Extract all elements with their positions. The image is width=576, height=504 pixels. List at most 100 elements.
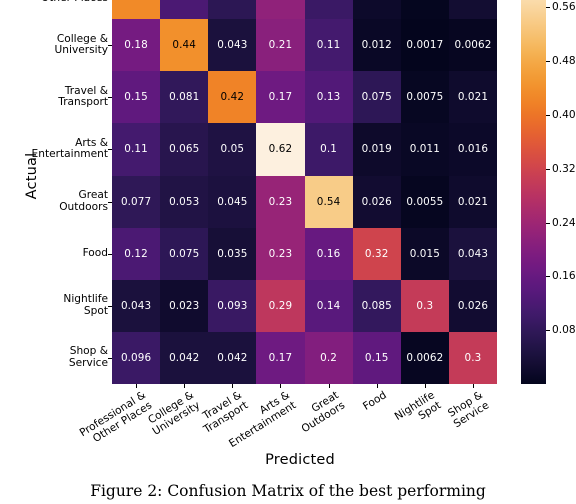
- colorbar-tick-label: 0.16: [552, 270, 576, 283]
- heatmap-cell-value: 0.18: [124, 39, 148, 52]
- y-axis-tick-label: Professional & Other Places: [12, 0, 108, 5]
- heatmap-cell-value: 0.043: [217, 39, 248, 52]
- heatmap-cell-value: 0.075: [169, 247, 200, 260]
- heatmap-cell: 0.32: [352, 227, 401, 280]
- heatmap-cell: 0.096: [304, 0, 353, 20]
- colorbar-tick-mark: [546, 330, 550, 332]
- y-axis-tick-mark: [108, 149, 112, 151]
- heatmap-cell-value: 0.42: [220, 91, 245, 104]
- heatmap-cell: 0.42: [208, 71, 257, 124]
- confusion-matrix-figure: Actual Professional & Other PlacesColleg…: [0, 0, 576, 504]
- heatmap-cell-value: 0.32: [364, 247, 389, 260]
- y-axis-tick-mark: [108, 305, 112, 307]
- heatmap-cell-value: 0.053: [169, 195, 200, 208]
- colorbar-tick-mark: [546, 61, 550, 63]
- y-axis-tick-label: Arts & Entertainment: [31, 136, 108, 161]
- heatmap-cell: 0.081: [160, 71, 209, 124]
- y-axis-tick-label: Nightlife Spot: [63, 293, 108, 317]
- colorbar-tick-label: 0.32: [552, 162, 576, 175]
- heatmap-cell: 0.2: [304, 331, 353, 384]
- heatmap-cell: 0.028: [448, 0, 497, 20]
- heatmap-cell: 0.016: [448, 123, 497, 176]
- heatmap-cell: 0.18: [112, 19, 161, 72]
- heatmap-cell: 0.018: [352, 0, 401, 20]
- heatmap-cell-value: 0.15: [124, 91, 148, 104]
- heatmap-cell-value: 0.3: [416, 299, 434, 312]
- heatmap-cell: 0.026: [352, 175, 401, 228]
- heatmap-cell: 0.17: [256, 331, 305, 384]
- heatmap-cell-value: 0.045: [217, 195, 248, 208]
- heatmap-cell-value: 0.12: [124, 247, 148, 260]
- colorbar: [521, 0, 546, 384]
- heatmap-cell: 0.075: [160, 227, 209, 280]
- colorbar-tick-mark: [546, 168, 550, 170]
- heatmap-cell-value: 0.012: [361, 39, 392, 52]
- heatmap-cell-value: 0.011: [409, 143, 440, 156]
- heatmap-cell: 0.3: [448, 331, 497, 384]
- colorbar-tick-label: 0.08: [552, 324, 576, 337]
- heatmap-cell-value: 0.17: [268, 91, 293, 104]
- y-axis-tick-label: Great Outdoors: [59, 188, 108, 213]
- y-axis-tick-label: College & University: [54, 32, 108, 57]
- heatmap-cell: 0.075: [352, 71, 401, 124]
- heatmap-cell-value: 0.23: [268, 247, 293, 260]
- heatmap-cell: 0.019: [352, 123, 401, 176]
- heatmap-cell: 0.077: [112, 175, 161, 228]
- heatmap-cell: 0.17: [256, 71, 305, 124]
- y-axis-tick-mark: [108, 97, 112, 99]
- heatmap-cell-value: 0.023: [169, 299, 200, 312]
- heatmap-cell: 0.14: [304, 279, 353, 332]
- heatmap-cell: 0.44: [160, 19, 209, 72]
- heatmap-cell-value: 0.14: [316, 299, 341, 312]
- heatmap-cell: 0.0017: [400, 19, 449, 72]
- heatmap-cell-value: 0.3: [464, 351, 482, 364]
- heatmap-cell-value: 0.093: [217, 299, 248, 312]
- y-axis-tick-mark: [108, 45, 112, 47]
- heatmap-cell-value: 0.043: [120, 299, 152, 312]
- heatmap-cell: 0.22: [256, 0, 305, 20]
- heatmap-cell: 0.045: [208, 175, 257, 228]
- heatmap-cell: 0.085: [352, 279, 401, 332]
- heatmap-cell: 0.43: [112, 0, 161, 20]
- heatmap-cell-value: 0.026: [361, 195, 392, 208]
- heatmap-cell: 0.096: [112, 331, 161, 384]
- heatmap-cell-value: 0.15: [364, 351, 389, 364]
- y-axis-tick-label: Travel & Transport: [58, 84, 108, 109]
- heatmap-cell-value: 0.11: [124, 143, 148, 156]
- heatmap-cell-value: 0.11: [316, 39, 341, 52]
- heatmap-cell: 0.043: [208, 19, 257, 72]
- heatmap-cell: 0.042: [160, 331, 209, 384]
- heatmap-cell: 0.0055: [400, 175, 449, 228]
- heatmap-cell-value: 0.042: [217, 351, 248, 364]
- heatmap-cell-value: 0.096: [120, 351, 152, 364]
- heatmap-cell: 0.11: [112, 123, 161, 176]
- heatmap-cell-value: 0.44: [172, 39, 196, 52]
- heatmap-cell: 0.042: [208, 331, 257, 384]
- heatmap-cell-value: 0.29: [268, 299, 293, 312]
- heatmap-cell: 0.0075: [400, 71, 449, 124]
- heatmap-cell: 0.0062: [448, 19, 497, 72]
- heatmap-cell-value: 0.043: [457, 247, 489, 260]
- y-axis-tick-labels: Professional & Other Places College & Uni…: [8, 0, 108, 384]
- heatmap-cell-value: 0.015: [409, 247, 440, 260]
- heatmap-cell-value: 0.081: [169, 91, 200, 104]
- heatmap-cell: 0.073: [208, 0, 257, 20]
- colorbar-tick-mark: [546, 114, 550, 116]
- y-axis-tick-mark: [108, 357, 112, 359]
- colorbar-tick-label: 0.56: [552, 1, 576, 14]
- heatmap-cell: 0.21: [256, 19, 305, 72]
- heatmap-cell: 0.15: [112, 71, 161, 124]
- heatmap-cell-value: 0.016: [457, 143, 489, 156]
- heatmap-cell: 0.54: [304, 175, 353, 228]
- y-axis-tick-label: Food: [82, 246, 108, 259]
- heatmap-cell-value: 0.13: [316, 91, 341, 104]
- heatmap-cell-value: 0.2: [320, 351, 337, 364]
- colorbar-tick-mark: [546, 222, 550, 224]
- heatmap-cell-value: 0.23: [268, 195, 293, 208]
- heatmap-cell: 0.011: [400, 123, 449, 176]
- heatmap-grid: 0.430.120.0730.220.0960.0180.00350.0280.…: [112, 0, 497, 384]
- colorbar-tick-label: 0.48: [552, 55, 576, 68]
- heatmap-cell: 0.05: [208, 123, 257, 176]
- heatmap-cell: 0.021: [448, 175, 497, 228]
- heatmap-cell-value: 0.019: [361, 143, 392, 156]
